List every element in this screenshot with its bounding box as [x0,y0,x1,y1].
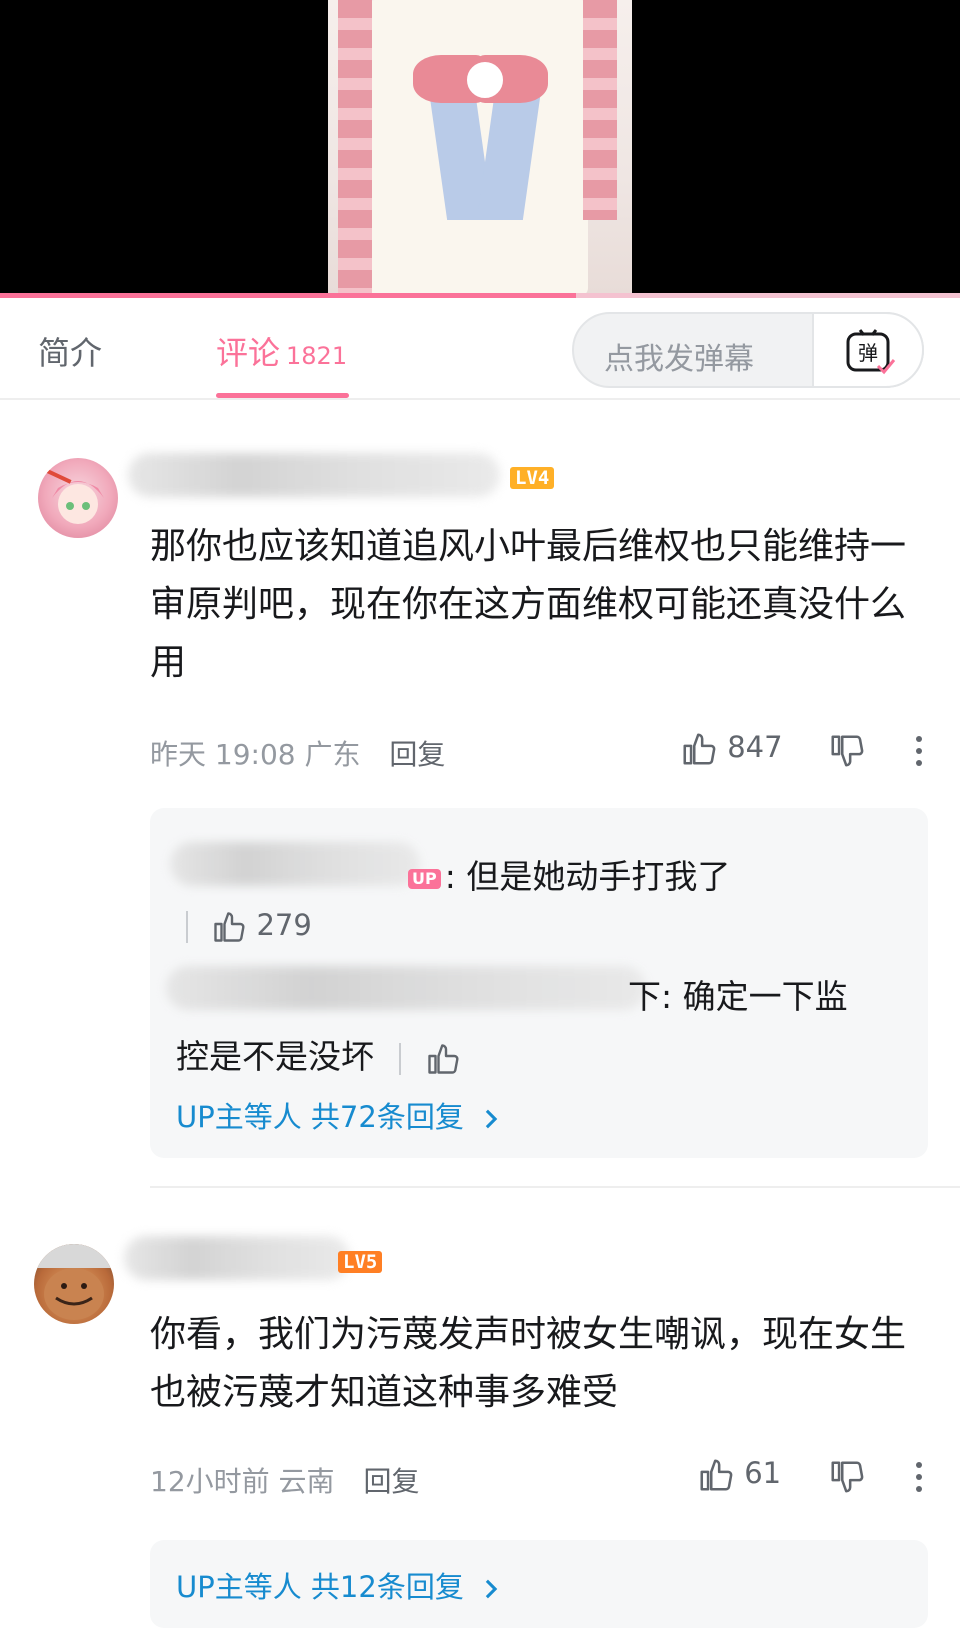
divider [186,911,188,943]
comment-text: 你看，我们为污蔑发声时被女生嘲讽，现在女生也被污蔑才知道这种事多难受 [150,1314,907,1413]
comment-meta: 12小时前 云南 回复 [150,1460,419,1500]
tab-comments-label: 评论 [216,334,281,372]
tab-active-indicator [216,393,349,398]
danmaku-toggle-button[interactable]: 弹 [812,312,924,388]
thumbs-down-icon [831,735,864,767]
reply-item-continued: 控是不是没坏 [176,1030,461,1078]
danmaku-placeholder: 点我发弹幕 [604,342,754,377]
comment-time: 12小时前 [150,1465,270,1498]
thumbs-up-icon [214,912,245,942]
reply-item[interactable]: UP: 但是她动手打我了 [408,850,730,898]
reply-like-button[interactable]: 279 [186,908,312,945]
avatar[interactable] [38,458,118,538]
view-more-replies-link[interactable]: UP主等人 共72条回复 [176,1094,501,1136]
reply-username-redacted[interactable] [166,966,646,1010]
comment-meta: 昨天 19:08 广东 回复 [150,733,445,773]
like-button[interactable]: 61 [697,1456,781,1494]
avatar-image [46,469,104,524]
like-button[interactable]: 847 [680,730,783,768]
divider [398,1042,401,1075]
level-badge: LV4 [510,467,555,489]
more-replies-label: UP主等人 共72条回复 [176,1100,464,1134]
reply-username-redacted[interactable] [170,842,420,886]
video-frame [328,0,632,296]
avatar-image [34,1244,114,1320]
video-ruffle-left [338,0,372,296]
username-redacted[interactable] [128,453,500,497]
reply-button[interactable]: 回复 [363,1465,419,1498]
danmaku-icon: 弹 [846,329,896,375]
tab-bar: 简介 评论 1821 点我发弹幕 弹 [0,298,960,400]
avatar[interactable] [34,1244,114,1324]
comment-location: 云南 [278,1465,335,1498]
comment-text: 那你也应该知道追风小叶最后维权也只能维持一审原判吧，现在你在这方面维权可能还真没… [150,526,907,683]
dislike-button[interactable] [828,1458,866,1496]
view-more-replies-link[interactable]: UP主等人 共12条回复 [176,1564,501,1606]
tab-comments[interactable]: 评论 1821 [216,328,347,374]
reply-item[interactable]: 下: 确定一下监 [628,970,848,1018]
comment-location: 广东 [304,738,361,771]
video-ruffle-right [583,0,617,220]
like-count: 61 [744,1456,782,1490]
reply-text: 控是不是没坏 [176,1037,374,1076]
comment-time: 昨天 19:08 [150,738,296,771]
level-badge: LV5 [338,1251,383,1273]
more-options-icon[interactable] [916,736,924,772]
comment-divider [150,1186,960,1188]
reply-box: UP: 但是她动手打我了 279 下: 确定一下监 控是不是没坏 UP主等人 共… [150,808,928,1158]
more-options-icon[interactable] [916,1462,924,1498]
video-bow-center [465,60,505,100]
like-count: 847 [727,730,783,764]
video-player[interactable] [0,0,960,298]
tab-comments-count: 1821 [286,342,348,370]
dislike-button[interactable] [828,732,866,770]
thumbs-up-icon [683,733,716,765]
up-badge: UP [408,868,441,889]
tab-intro[interactable]: 简介 [38,328,102,374]
danmaku-icon-text: 弹 [858,341,878,365]
chevron-right-icon [485,1579,498,1599]
thumbs-up-icon [700,1459,733,1491]
chevron-right-icon [485,1109,498,1129]
reply-box: UP主等人 共12条回复 [150,1540,928,1628]
thumbs-up-icon[interactable] [425,1041,461,1077]
reply-text: : 但是她动手打我了 [444,857,731,896]
more-replies-label: UP主等人 共12条回复 [176,1570,464,1604]
reply-button[interactable]: 回复 [389,738,445,771]
thumbs-down-icon [831,1461,864,1493]
username-redacted[interactable] [124,1236,350,1280]
reply-like-count: 279 [256,908,312,942]
danmaku-input[interactable]: 点我发弹幕 弹 [572,312,924,388]
